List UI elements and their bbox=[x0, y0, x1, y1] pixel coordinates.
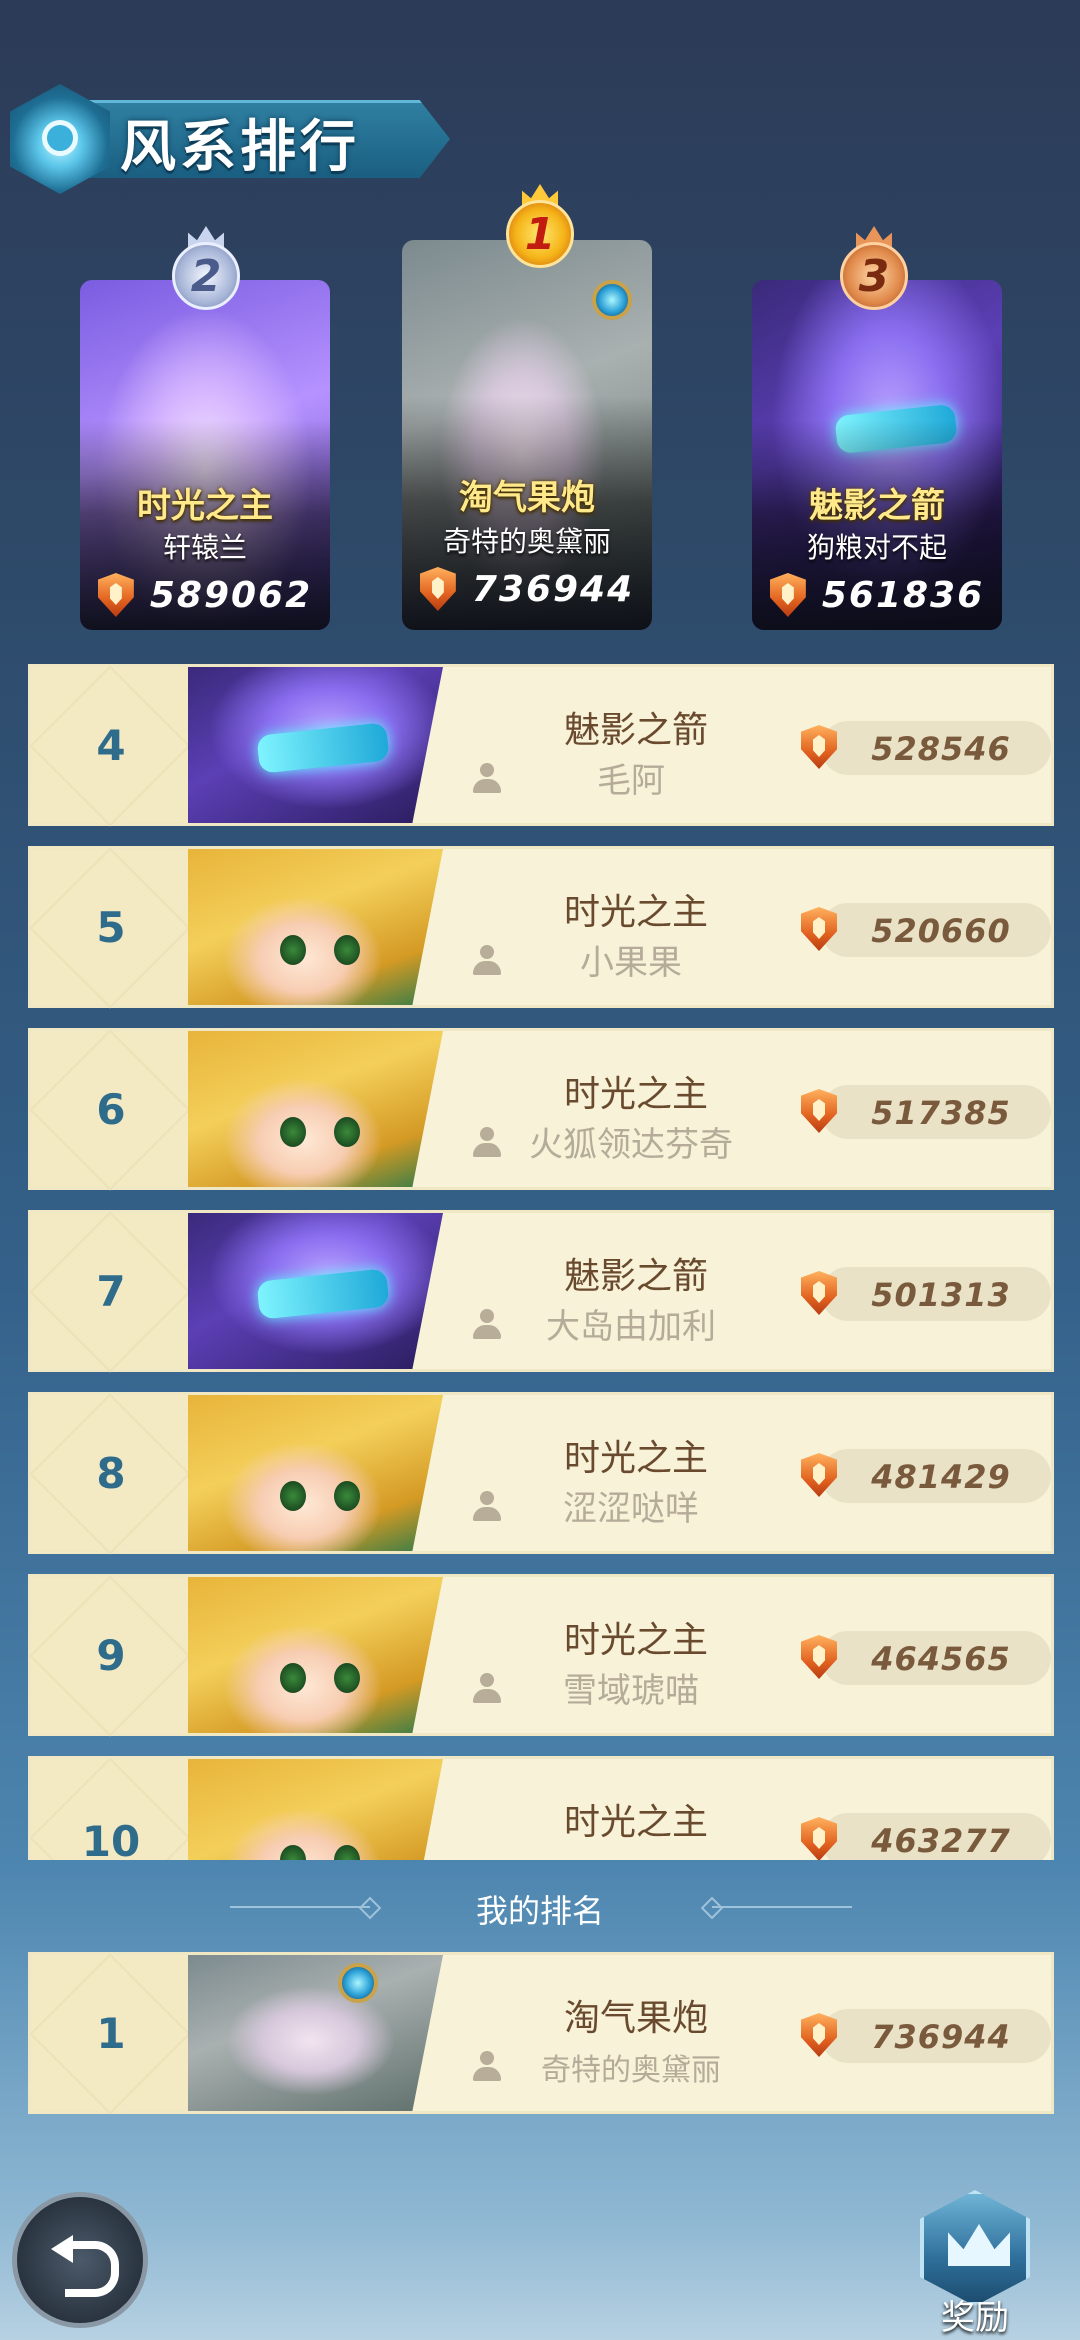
hero-name: 淘气果炮 bbox=[459, 478, 595, 518]
divider-right bbox=[712, 1906, 852, 1908]
hero-portrait bbox=[188, 1031, 443, 1187]
rank-row[interactable]: 6 时光之主 火狐领达芬奇 517385 bbox=[28, 1028, 1054, 1190]
hero-portrait bbox=[188, 1577, 443, 1733]
player-name: 轩辕兰 bbox=[162, 531, 247, 564]
podium-card-third[interactable]: 魅影之箭 狗粮对不起 561836 bbox=[752, 280, 1002, 630]
hero-portrait bbox=[188, 1759, 443, 1860]
player-name: 火狐领达芬奇 bbox=[529, 1125, 733, 1165]
rank-row[interactable]: 7 魅影之箭 大岛由加利 501313 bbox=[28, 1210, 1054, 1372]
shield-icon bbox=[801, 1271, 837, 1315]
hero-portrait bbox=[188, 1955, 443, 2111]
rank-row[interactable]: 8 时光之主 涩涩哒咩 481429 bbox=[28, 1392, 1054, 1554]
hero-portrait bbox=[188, 1395, 443, 1551]
player-name: 奇特的奥黛丽 bbox=[442, 525, 611, 558]
reward-label: 奖励 bbox=[941, 2298, 1009, 2338]
back-arrow-icon bbox=[51, 2233, 119, 2297]
hero-portrait bbox=[188, 667, 443, 823]
score-value: 561836 bbox=[821, 574, 985, 616]
hero-portrait bbox=[188, 849, 443, 1005]
score-value: 528546 bbox=[871, 730, 1011, 768]
score-value: 736944 bbox=[871, 2018, 1011, 2056]
hero-name: 时光之主 bbox=[563, 1802, 708, 1843]
shield-icon bbox=[97, 573, 134, 617]
score-pill: 463277 bbox=[801, 1813, 1051, 1860]
score-value: 481429 bbox=[871, 1458, 1011, 1496]
page-title: 风系排行 bbox=[120, 115, 360, 180]
score-value: 589062 bbox=[149, 574, 313, 616]
podium-card-second[interactable]: 时光之主 轩辕兰 589062 bbox=[80, 280, 330, 630]
my-rank-row[interactable]: 1 淘气果炮 奇特的奥黛丽 736944 bbox=[28, 1952, 1054, 2114]
player-name: 涩涩哒咩 bbox=[563, 1489, 699, 1529]
player-name: 狗粮对不起 bbox=[806, 531, 947, 564]
score-row: 561836 bbox=[752, 570, 1002, 620]
shield-icon bbox=[801, 2013, 837, 2057]
hero-name: 魅影之箭 bbox=[563, 710, 708, 751]
hero-name: 魅影之箭 bbox=[563, 1256, 708, 1297]
rank-3-medal-icon: 3 bbox=[834, 226, 914, 316]
rank-number: 1 bbox=[96, 2009, 126, 2058]
reward-crown-icon bbox=[920, 2190, 1030, 2306]
rank-row[interactable]: 4 魅影之箭 毛阿 528546 bbox=[28, 664, 1054, 826]
score-pill: 517385 bbox=[801, 1085, 1051, 1139]
hero-name: 时光之主 bbox=[563, 892, 708, 933]
score-pill: 520660 bbox=[801, 903, 1051, 957]
rank-number: 4 bbox=[96, 721, 126, 770]
reward-button[interactable]: 奖励 bbox=[910, 2186, 1040, 2338]
rank-number: 9 bbox=[96, 1631, 126, 1680]
shield-icon bbox=[801, 725, 837, 769]
score-value: 501313 bbox=[871, 1276, 1011, 1314]
rank-2-medal-icon: 2 bbox=[166, 226, 246, 316]
score-row: 589062 bbox=[80, 570, 330, 620]
shield-icon bbox=[801, 1817, 837, 1860]
back-button[interactable] bbox=[12, 2192, 148, 2328]
score-pill: 501313 bbox=[801, 1267, 1051, 1321]
shield-icon bbox=[801, 1635, 837, 1679]
shield-icon bbox=[801, 1089, 837, 1133]
player-name: 大岛由加利 bbox=[546, 1307, 716, 1347]
score-value: 520660 bbox=[871, 912, 1011, 950]
hero-name: 时光之主 bbox=[563, 1620, 708, 1661]
rank-number: 5 bbox=[96, 903, 126, 952]
score-pill: 464565 bbox=[801, 1631, 1051, 1685]
title-banner: 风系排行 bbox=[10, 84, 450, 194]
player-name: 雪域琥喵 bbox=[563, 1671, 699, 1711]
shield-icon bbox=[801, 1453, 837, 1497]
hero-name: 魅影之箭 bbox=[809, 486, 945, 526]
score-value: 736944 bbox=[471, 568, 635, 610]
rank-number: 6 bbox=[96, 1085, 126, 1134]
score-value: 517385 bbox=[871, 1094, 1011, 1132]
my-rank-label: 我的排名 bbox=[475, 1892, 604, 1930]
player-name: 小果果 bbox=[580, 943, 682, 983]
shield-icon bbox=[769, 573, 806, 617]
rank-row[interactable]: 5 时光之主 小果果 520660 bbox=[28, 846, 1054, 1008]
rank-row[interactable]: 10 时光之主 463277 bbox=[28, 1756, 1054, 1860]
score-pill: 528546 bbox=[801, 721, 1051, 775]
rank-1-medal-icon: 1 bbox=[500, 184, 580, 274]
score-pill: 481429 bbox=[801, 1449, 1051, 1503]
rank-row[interactable]: 9 时光之主 雪域琥喵 464565 bbox=[28, 1574, 1054, 1736]
hero-name: 时光之主 bbox=[137, 486, 273, 526]
player-name: 毛阿 bbox=[597, 761, 665, 801]
score-value: 464565 bbox=[871, 1640, 1011, 1678]
shield-icon bbox=[419, 567, 456, 611]
shield-icon bbox=[801, 907, 837, 951]
rank-number: 7 bbox=[96, 1267, 126, 1316]
hero-name: 时光之主 bbox=[563, 1074, 708, 1115]
podium-card-first[interactable]: 淘气果炮 奇特的奥黛丽 736944 bbox=[402, 240, 652, 630]
rank-number: 8 bbox=[96, 1449, 126, 1498]
hero-name: 时光之主 bbox=[563, 1438, 708, 1479]
hero-portrait bbox=[188, 1213, 443, 1369]
rank-number: 10 bbox=[81, 1817, 141, 1860]
score-row: 736944 bbox=[402, 564, 652, 614]
player-name: 奇特的奥黛丽 bbox=[541, 2053, 721, 2088]
score-value: 463277 bbox=[871, 1822, 1011, 1860]
score-pill: 736944 bbox=[801, 2009, 1051, 2063]
hero-name: 淘气果炮 bbox=[563, 1998, 708, 2039]
